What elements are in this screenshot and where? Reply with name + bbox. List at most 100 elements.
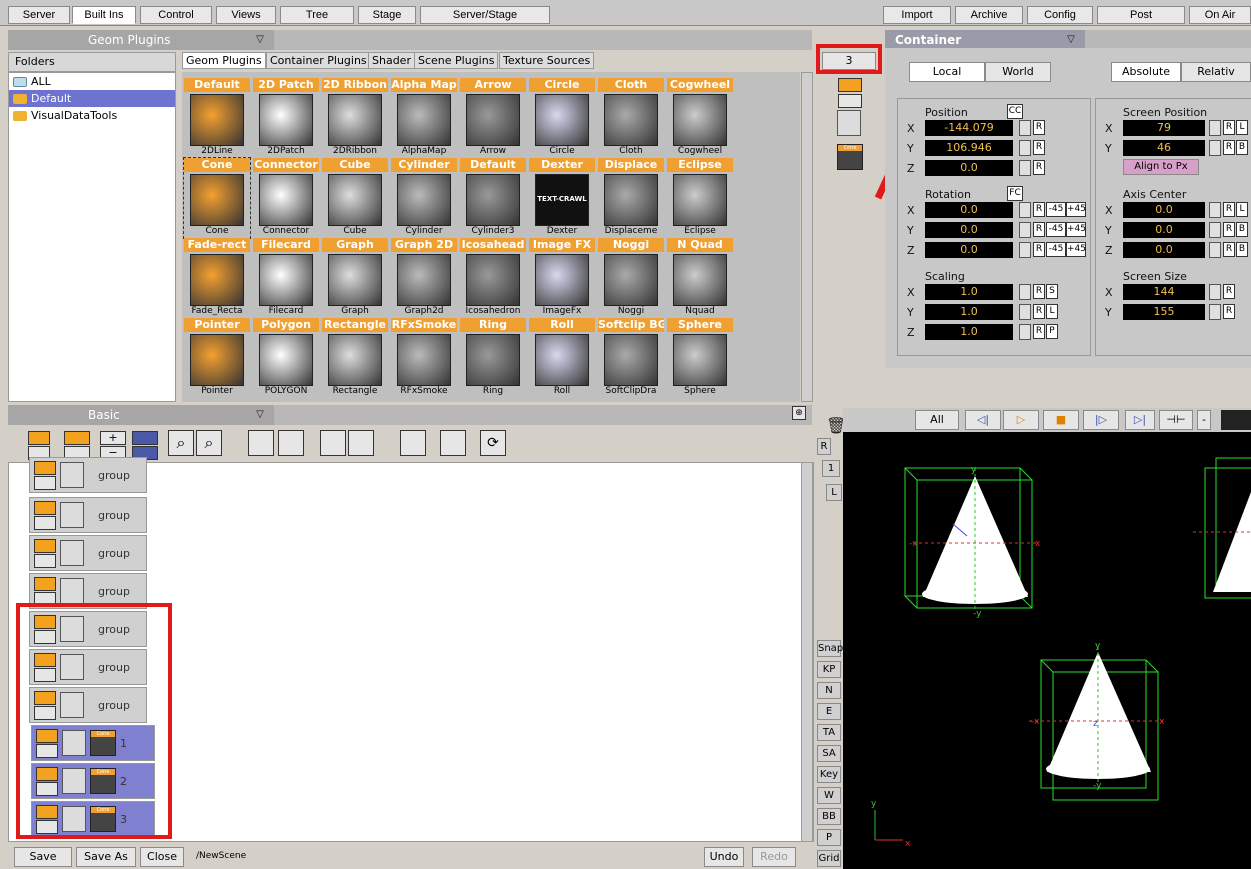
vp-button-e[interactable]: E (817, 703, 841, 720)
container-icon[interactable] (28, 431, 50, 445)
reset-button[interactable]: R (1033, 304, 1045, 319)
plugin-filecard[interactable]: Filecard Filecard (253, 238, 319, 318)
container-icon[interactable] (34, 476, 56, 490)
menu-built-ins[interactable]: Built Ins (72, 6, 136, 24)
plugin-cone[interactable]: Cone Cone (183, 157, 251, 239)
vp-button-n[interactable]: N (817, 682, 841, 699)
play-icon[interactable] (132, 431, 158, 445)
time-field[interactable] (1221, 410, 1251, 430)
minus-45-button[interactable]: -45 (1046, 222, 1066, 237)
container-dropdown[interactable]: Container ▽ (885, 30, 1085, 50)
tree-collapse-icon[interactable] (278, 430, 304, 456)
plugin-displaceme[interactable]: Displace Displaceme (598, 158, 664, 238)
step-forward-icon[interactable]: |▷ (1083, 410, 1119, 430)
tab-shader[interactable]: Shader (368, 52, 415, 69)
tab-scene-plugins[interactable]: Scene Plugins (414, 52, 499, 69)
folder-all[interactable]: ALL (9, 73, 175, 90)
reset-button[interactable]: R (1223, 284, 1235, 299)
keyframe-icon[interactable]: ⊣⊢ (1159, 410, 1193, 430)
l-button[interactable]: L (826, 484, 842, 501)
scaling-y-field[interactable]: 1.0 (925, 304, 1013, 320)
plus-45-button[interactable]: +45 (1066, 242, 1086, 257)
vp-button-bb[interactable]: BB (817, 808, 841, 825)
scaling-x-field[interactable]: 1.0 (925, 284, 1013, 300)
reset-button[interactable]: R (1033, 222, 1045, 237)
tree-scrollbar[interactable] (801, 462, 813, 842)
tree-expand-icon[interactable] (248, 430, 274, 456)
cone-icon[interactable]: Cone (837, 144, 863, 170)
tab-geom-plugins[interactable]: Geom Plugins (182, 52, 266, 69)
container-icon[interactable] (34, 539, 56, 553)
container-icon[interactable] (838, 94, 862, 108)
l-button[interactable]: L (1046, 304, 1058, 319)
menu-views[interactable]: Views (216, 6, 276, 24)
plugin-noggi[interactable]: Noggi Noggi (598, 238, 664, 318)
plugin-2dline[interactable]: Default 2DLine (184, 78, 250, 158)
end-icon[interactable]: ▷| (1125, 410, 1155, 430)
axis-center-z-field[interactable]: 0.0 (1123, 242, 1205, 258)
plus-45-button[interactable]: +45 (1066, 222, 1086, 237)
reset-button[interactable]: R (1033, 242, 1045, 257)
spinner-icon[interactable] (1019, 120, 1031, 136)
rotation-z-field[interactable]: 0.0 (925, 242, 1013, 258)
reset-button[interactable]: R (1033, 140, 1045, 155)
tree-dropdown[interactable]: Basic ▽ (8, 405, 274, 425)
spinner-icon[interactable] (1209, 284, 1221, 300)
save-button[interactable]: Save (14, 847, 72, 867)
minus-45-button[interactable]: -45 (1046, 242, 1066, 257)
layers-icon[interactable] (440, 430, 466, 456)
spinner-icon[interactable] (1019, 324, 1031, 340)
menu-post[interactable]: Post (1097, 6, 1185, 24)
spinner-icon[interactable] (1209, 242, 1221, 258)
tab-texture-sources[interactable]: Texture Sources (499, 52, 595, 69)
plugin-rectangle[interactable]: Rectangle Rectangle (322, 318, 388, 398)
reset-button[interactable]: R (1223, 120, 1235, 135)
vp-button-p[interactable]: P (817, 829, 841, 846)
group-icon[interactable] (400, 430, 426, 456)
play-icon[interactable]: ▷ (1003, 410, 1039, 430)
reset-button[interactable]: R (1033, 160, 1045, 175)
container-icon[interactable] (34, 501, 56, 515)
reset-button[interactable]: R (1223, 222, 1235, 237)
spinner-icon[interactable] (1019, 202, 1031, 218)
folder-visualdatatools[interactable]: VisualDataTools (9, 107, 175, 124)
menu-control[interactable]: Control (140, 6, 212, 24)
vp-button-kp[interactable]: KP (817, 661, 841, 678)
plugin-connector[interactable]: Connector Connector (253, 158, 319, 238)
plugin-eclipse[interactable]: Eclipse Eclipse (667, 158, 733, 238)
stop-icon[interactable]: ■ (1043, 410, 1079, 430)
reset-button[interactable]: R (1223, 140, 1235, 155)
axis-center-y-field[interactable]: 0.0 (1123, 222, 1205, 238)
screen-position-y-field[interactable]: 46 (1123, 140, 1205, 156)
rotation-y-field[interactable]: 0.0 (925, 222, 1013, 238)
plugin-alphamap[interactable]: Alpha Map AlphaMap (391, 78, 457, 158)
spinner-icon[interactable] (1209, 202, 1221, 218)
spinner-icon[interactable] (1019, 160, 1031, 176)
plugin-imagefx[interactable]: Image FX ImageFx (529, 238, 595, 318)
vp-button-snap[interactable]: Snap (817, 640, 843, 657)
plugin-cogwheel[interactable]: Cogwheel Cogwheel (667, 78, 733, 158)
r-button[interactable]: R (817, 438, 831, 455)
plugin-dexter[interactable]: Dexter TEXT-CRAWL Dexter (529, 158, 595, 238)
menu-server-stage[interactable]: Server/Stage (420, 6, 550, 24)
folder-default[interactable]: Default (9, 90, 175, 107)
align-to-px-button[interactable]: Align to Px (1123, 159, 1199, 175)
move-right-icon[interactable] (348, 430, 374, 456)
screen-size-x-field[interactable]: 144 (1123, 284, 1205, 300)
menu-on-air[interactable]: On Air (1189, 6, 1251, 24)
minus-icon[interactable]: - (1197, 410, 1211, 430)
container-icon[interactable] (34, 577, 56, 591)
plugin-ring[interactable]: Ring Ring (460, 318, 526, 398)
world-button[interactable]: World (985, 62, 1051, 82)
plus-45-button[interactable]: +45 (1066, 202, 1086, 217)
s-button[interactable]: S (1046, 284, 1058, 299)
reset-button[interactable]: R (1223, 242, 1235, 257)
rotation-x-field[interactable]: 0.0 (925, 202, 1013, 218)
screen-size-y-field[interactable]: 155 (1123, 304, 1205, 320)
menu-tree[interactable]: Tree (280, 6, 354, 24)
redo-button[interactable]: Redo (752, 847, 796, 867)
zoom-out-icon[interactable]: ⌕ (168, 430, 194, 456)
chevron-down-icon[interactable]: ▽ (248, 407, 272, 422)
all-button[interactable]: All (915, 410, 959, 430)
chevron-down-icon[interactable]: ▽ (248, 32, 272, 47)
